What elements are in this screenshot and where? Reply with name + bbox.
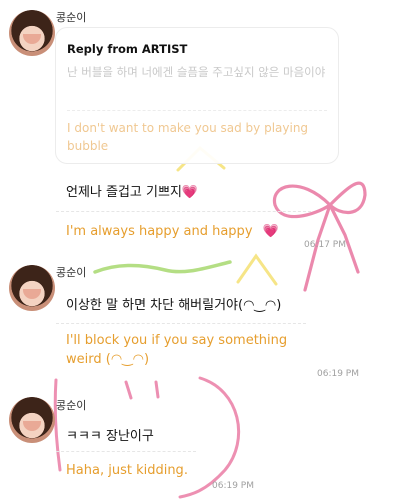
heart-emoji: 💗 [262, 224, 279, 239]
message-text[interactable]: 언제나 즐겁고 기쁘지💗 [66, 181, 198, 200]
message-text-body: 언제나 즐겁고 기쁘지 [66, 185, 182, 200]
doodle-green [93, 260, 232, 274]
message-divider [56, 451, 196, 452]
message-translation: Haha, just kidding. [66, 463, 188, 478]
avatar[interactable] [9, 10, 55, 56]
message-timestamp: 06:17 PM [304, 240, 346, 250]
doodle-pink-arc [178, 376, 241, 499]
message-timestamp: 06:19 PM [212, 481, 254, 491]
avatar[interactable] [9, 265, 55, 311]
heart-emoji: 💗 [181, 185, 199, 200]
avatar[interactable] [9, 397, 55, 443]
doodle-yellow-mid [236, 253, 278, 286]
message-translation: I'm always happy and happy 💗 [66, 222, 279, 241]
message-text[interactable]: 이상한 말 하면 차단 해버릴거야(◠‿◠) [66, 294, 281, 313]
doodle-pink-mark1 [124, 380, 133, 400]
doodle-ribbon [272, 181, 367, 292]
sender-name: 콩순이 [56, 399, 87, 412]
sender-name: 콩순이 [56, 266, 87, 279]
sender-name: 콩순이 [56, 11, 87, 24]
reply-translation: I don't want to make you sad by playing … [67, 121, 309, 153]
message-text[interactable]: ㅋㅋㅋ 장난이구 [66, 425, 154, 444]
doodle-pink-left [53, 378, 62, 472]
doodle-pink-mark2 [154, 380, 160, 399]
translation-text: I'm always happy and happy [66, 224, 253, 239]
message-divider [56, 323, 306, 324]
artist-reply-card[interactable]: Reply from ARTIST 난 버블을 하며 너에겐 슬픔을 주고싶지 … [55, 27, 339, 164]
message-timestamp: 06:19 PM [317, 369, 359, 379]
reply-divider [67, 110, 327, 111]
reply-title: Reply from ARTIST [67, 42, 188, 56]
reply-original-text: 난 버블을 하며 너에겐 슬픔을 주고싶지 않은 마음이야 [67, 65, 326, 79]
message-translation: I'll block you if you say something weir… [66, 333, 288, 367]
message-divider [56, 211, 311, 212]
